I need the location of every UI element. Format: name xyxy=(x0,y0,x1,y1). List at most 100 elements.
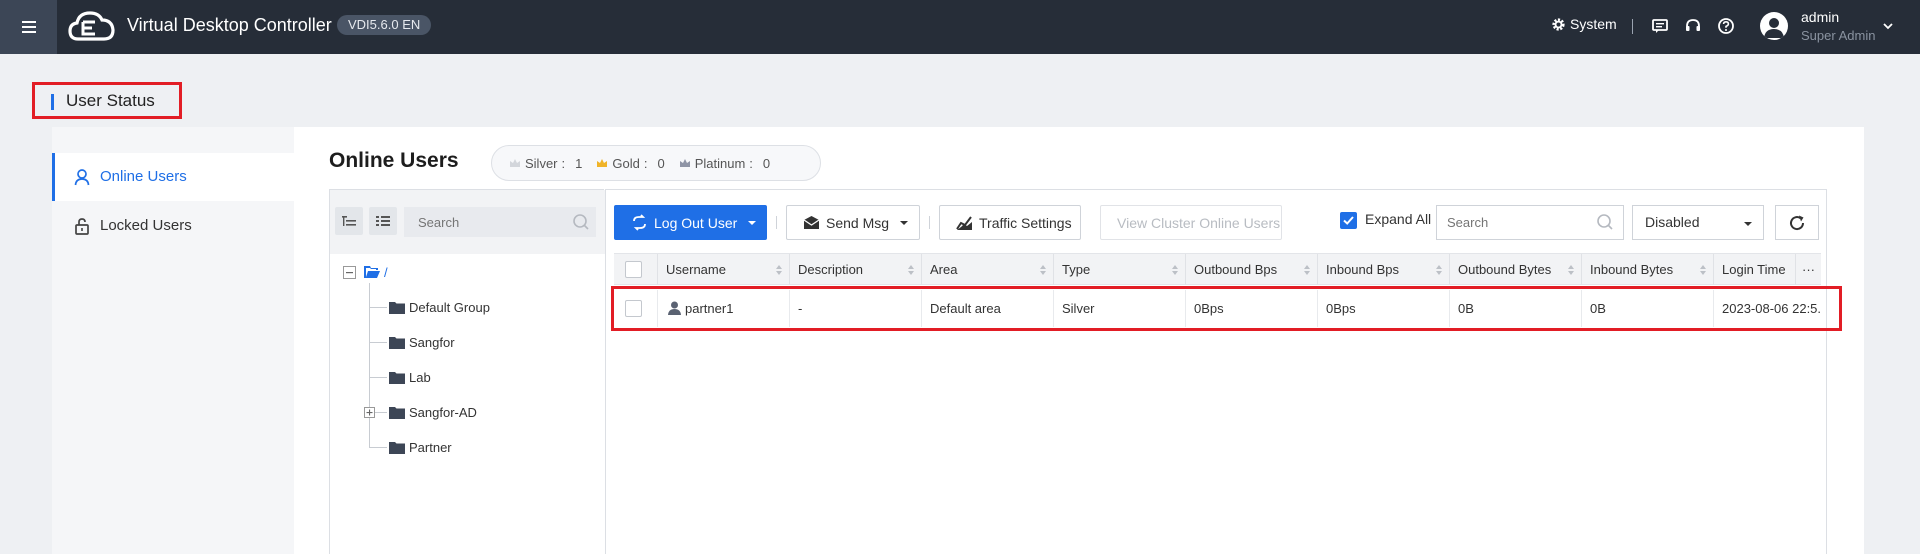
system-menu[interactable]: System xyxy=(1551,16,1617,32)
tree-toolbar xyxy=(330,190,605,254)
menu-button[interactable] xyxy=(0,0,57,54)
chart-line-icon xyxy=(956,216,972,230)
status-filter-select[interactable]: Disabled xyxy=(1632,205,1764,240)
help-icon[interactable] xyxy=(1717,17,1735,35)
column-header[interactable]: Inbound Bytes xyxy=(1582,254,1714,285)
tree-node[interactable]: Sangfor xyxy=(389,331,455,353)
level-summary: Silver: 1 Gold: 0 Platinum: 0 xyxy=(491,145,821,181)
column-header[interactable]: Outbound Bytes xyxy=(1450,254,1582,285)
nav-item-online-users[interactable]: Online Users xyxy=(52,153,294,201)
column-header-label: Login Time xyxy=(1722,262,1786,277)
sort-icon xyxy=(1568,265,1574,275)
expand-box-icon[interactable] xyxy=(364,407,375,418)
tree-branch xyxy=(369,342,387,343)
user-icon xyxy=(74,169,90,186)
tree-branch xyxy=(369,307,387,308)
hamburger-icon xyxy=(21,21,36,33)
select-all-checkbox[interactable] xyxy=(625,261,642,278)
tree-collapse-icon xyxy=(342,216,356,226)
tree-root-label: / xyxy=(384,264,388,280)
expand-all-label[interactable]: Expand All xyxy=(1365,211,1431,227)
refresh-button[interactable] xyxy=(1775,205,1819,240)
level-gold-value: 0 xyxy=(657,155,665,171)
sort-icon xyxy=(1040,265,1046,275)
switch-user-icon xyxy=(633,214,646,231)
top-bar: Virtual Desktop Controller VDI5.6.0 EN S… xyxy=(0,0,1920,54)
column-header-label: Outbound Bytes xyxy=(1458,262,1552,277)
search-icon[interactable] xyxy=(572,213,590,231)
avatar[interactable] xyxy=(1760,12,1788,40)
column-header-label: Outbound Bps xyxy=(1194,262,1278,277)
tree-root[interactable]: / xyxy=(343,261,388,283)
title-accent-bar xyxy=(51,94,54,110)
logo-icon xyxy=(68,11,115,41)
check-icon xyxy=(1343,216,1354,225)
headset-icon[interactable] xyxy=(1684,17,1702,35)
message-icon[interactable] xyxy=(1651,17,1669,35)
search-icon[interactable] xyxy=(1596,213,1614,231)
group-tree-panel xyxy=(329,189,605,554)
tree-node[interactable]: Partner xyxy=(389,436,452,458)
tree-node[interactable]: Sangfor-AD xyxy=(389,401,477,423)
column-header[interactable]: Inbound Bps xyxy=(1318,254,1450,285)
folder-icon xyxy=(389,336,405,349)
tree-node-label: Partner xyxy=(409,439,452,455)
level-silver-value: 1 xyxy=(575,155,583,171)
side-nav: Online Users Locked Users xyxy=(52,127,294,554)
expand-all-checkbox[interactable] xyxy=(1340,212,1357,229)
folder-icon xyxy=(389,301,405,314)
crown-gold-icon xyxy=(597,159,608,167)
tree-branch xyxy=(369,377,387,378)
sort-icon xyxy=(908,265,914,275)
send-msg-button[interactable]: Send Msg xyxy=(786,205,920,240)
tree-node[interactable]: Default Group xyxy=(389,296,490,318)
level-silver: Silver: 1 xyxy=(509,156,582,171)
tree-node-label: Default Group xyxy=(409,299,490,315)
column-header[interactable]: Area xyxy=(922,254,1054,285)
status-filter-value: Disabled xyxy=(1645,214,1700,230)
page-title: User Status xyxy=(32,82,182,119)
tree-search-input[interactable] xyxy=(404,207,596,237)
column-header-label: Description xyxy=(798,262,864,277)
column-header[interactable]: Description xyxy=(790,254,922,285)
logout-user-button[interactable]: Log Out User xyxy=(614,205,767,240)
tree-collapse-button[interactable] xyxy=(335,207,363,235)
level-platinum-label: Platinum xyxy=(694,155,746,171)
column-header-label: Type xyxy=(1062,262,1091,277)
chevron-down-icon[interactable] xyxy=(1882,20,1894,32)
column-header[interactable]: Username xyxy=(658,254,790,285)
tree-list-button[interactable] xyxy=(369,207,397,235)
sort-icon xyxy=(1436,265,1442,275)
column-more-button[interactable]: ··· xyxy=(1796,254,1821,285)
tree-node[interactable]: Lab xyxy=(389,366,431,388)
table-header: Username Description Area Type Outbound … xyxy=(614,253,1821,285)
column-header[interactable]: Login Time xyxy=(1714,254,1796,285)
header-select-cell xyxy=(614,254,658,285)
column-header[interactable]: Type xyxy=(1054,254,1186,285)
folder-icon xyxy=(389,441,405,454)
refresh-icon xyxy=(1790,215,1805,230)
toolbar-divider xyxy=(776,216,777,229)
level-gold-label: Gold xyxy=(612,155,640,171)
level-silver-label: Silver xyxy=(525,155,558,171)
nav-item-locked-users[interactable]: Locked Users xyxy=(52,202,294,250)
user-role: Super Admin xyxy=(1801,28,1876,43)
system-label: System xyxy=(1570,16,1617,32)
caret-down-icon xyxy=(748,220,757,225)
column-header[interactable]: Outbound Bps xyxy=(1186,254,1318,285)
header-divider xyxy=(1632,19,1633,34)
view-cluster-label: View Cluster Online Users xyxy=(1117,214,1281,231)
nav-label-locked-users: Locked Users xyxy=(100,217,192,234)
gear-icon xyxy=(1552,17,1565,31)
crown-silver-icon xyxy=(510,159,520,167)
column-header-label: Inbound Bps xyxy=(1326,262,1400,277)
user-name[interactable]: admin xyxy=(1801,9,1839,25)
collapse-box-icon[interactable] xyxy=(343,265,356,279)
folder-icon xyxy=(389,406,405,419)
folder-open-icon xyxy=(364,265,380,278)
tree-branch xyxy=(369,447,387,448)
traffic-settings-button[interactable]: Traffic Settings xyxy=(939,205,1081,240)
view-cluster-online-users-button[interactable]: View Cluster Online Users xyxy=(1100,205,1282,240)
logout-user-label: Log Out User xyxy=(654,214,738,231)
column-header-label: Inbound Bytes xyxy=(1590,262,1674,277)
